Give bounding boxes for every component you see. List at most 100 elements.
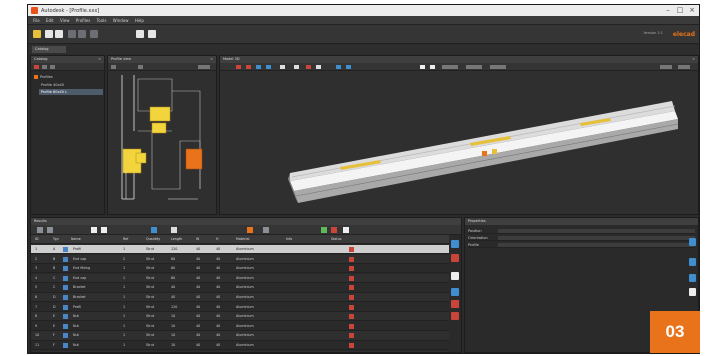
fullscreen-icon[interactable] [678,65,690,69]
note-icon[interactable] [451,272,459,280]
menu-tools[interactable]: Tools [97,16,107,25]
dimension-icon[interactable] [316,65,321,69]
column-header[interactable]: Material [236,235,249,244]
column-header[interactable]: H [216,235,218,244]
menu-file[interactable]: File [33,16,40,25]
render-icon[interactable] [280,65,285,69]
table-row[interactable]: 8 E Nut 1 Strut 10 40 40 Aluminium [31,312,449,322]
prop-value-field[interactable] [498,243,695,247]
column-header[interactable]: W [196,235,199,244]
settings-icon[interactable] [442,65,458,69]
column-header[interactable]: Name [71,235,81,244]
column-header[interactable]: Status [331,235,342,244]
column-header[interactable]: Ref [123,235,128,244]
tree-item-profile-80x40[interactable]: Profile 80x40 L [39,89,103,95]
link-icon[interactable] [451,288,459,296]
view-side-icon[interactable] [266,65,271,69]
camera-icon[interactable] [336,65,341,69]
cut-icon[interactable] [90,30,98,38]
undo-icon[interactable] [68,30,76,38]
table-row[interactable]: 11 F Nut 1 Strut 10 40 40 Aluminium [31,341,449,351]
document-icon[interactable] [148,30,156,38]
table-row[interactable]: 4 C End cap 1 Strut 60 40 40 Aluminium [31,273,449,283]
print-icon[interactable] [101,227,107,233]
prop-value-field[interactable] [498,229,695,233]
zoom-icon[interactable] [111,65,116,69]
column-header[interactable]: Info [286,235,292,244]
table-cell: Aluminium [236,304,254,309]
menu-edit[interactable]: Edit [46,16,54,25]
highlight-icon[interactable] [451,254,459,262]
menu-profiles[interactable]: Profiles [76,16,91,25]
check-icon[interactable] [321,227,327,233]
close-icon[interactable]: × [98,56,101,63]
table-row[interactable]: 1 A Profil 1 Strut 120 40 40 Aluminium [31,245,449,255]
section-icon[interactable] [236,65,241,69]
column-header[interactable]: Quantity [146,235,160,244]
save-icon[interactable] [55,30,63,38]
layout-icon[interactable] [660,65,672,69]
table-row[interactable]: 10 F Nut 1 Strut 10 40 40 Aluminium [31,331,449,341]
table-row[interactable]: 7 D Profil 1 Strut 120 40 40 Aluminium [31,303,449,312]
column-header[interactable]: ID [35,235,39,244]
measure-icon[interactable] [306,65,311,69]
column-header[interactable]: Length [171,235,182,244]
tree-item-profile-40x40[interactable]: Profile 40x40 [41,82,64,88]
options-icon[interactable] [198,65,210,69]
error-icon[interactable] [331,227,337,233]
layers-icon[interactable] [451,240,459,248]
copy-icon[interactable] [689,288,696,296]
menu-window[interactable]: Window [113,16,129,25]
add-icon[interactable] [37,227,43,233]
orbit-icon[interactable] [346,65,351,69]
filter-icon[interactable] [34,65,39,69]
minimize-button[interactable]: – [663,6,673,15]
table-row[interactable]: 3 B End fitting 1 Strut 60 40 40 Aluminium [31,264,449,274]
menu-view[interactable]: View [60,16,70,25]
screenshot-icon[interactable] [420,65,425,69]
export-icon[interactable] [430,65,435,69]
table-row[interactable]: 9 E Nut 1 Strut 10 40 40 Aluminium [31,322,449,331]
redo-icon[interactable] [78,30,86,38]
wireframe-icon[interactable] [294,65,299,69]
save-icon[interactable] [91,227,97,233]
prop-value-field[interactable] [498,236,695,240]
info-icon[interactable] [689,274,696,282]
open-folder-icon[interactable] [33,30,41,38]
export-icon[interactable] [343,227,349,233]
table-cell: 1 [123,304,126,309]
table-row[interactable]: 12 G Nut 1 Strut 10 40 40 Aluminium [31,350,449,352]
table-row[interactable]: 2 B End cap 2 Strut 80 40 40 Aluminium [31,254,449,264]
sort-icon[interactable] [171,227,177,233]
cut-plane-icon[interactable] [246,65,251,69]
delete-icon[interactable] [451,312,459,320]
tree-item-profiles[interactable]: Profiles [34,74,53,80]
close-icon[interactable]: × [210,56,213,63]
view-front-icon[interactable] [256,65,261,69]
fit-icon[interactable] [138,65,143,69]
close-button[interactable]: × [687,6,697,15]
calc-icon[interactable] [263,227,269,233]
shadow-icon[interactable] [490,65,506,69]
table-cell: 10 [171,333,176,338]
table-row[interactable]: 6 D Bracket 1 Strut 40 40 40 Aluminium [31,293,449,303]
column-header[interactable]: Typ [53,235,59,244]
table-row[interactable]: 5 C Bracket 1 Strut 40 40 40 Aluminium [31,283,449,293]
close-icon[interactable]: × [692,56,695,63]
profile-canvas[interactable] [108,71,216,214]
warning-icon[interactable] [247,227,253,233]
pin-icon[interactable] [689,238,696,246]
pointer-icon[interactable] [136,30,144,38]
refresh-icon[interactable] [50,65,55,69]
remove-icon[interactable] [47,227,53,233]
filter-icon[interactable] [151,227,157,233]
flag-icon[interactable] [451,300,459,308]
3d-viewport[interactable] [220,71,698,214]
menu-help[interactable]: Help [135,16,144,25]
new-file-icon[interactable] [45,30,53,38]
search-icon[interactable] [42,65,47,69]
tab-catalog[interactable]: Catalog [32,46,66,53]
maximize-button[interactable]: □ [675,6,685,15]
light-icon[interactable] [466,65,482,69]
expand-icon[interactable] [689,258,696,266]
